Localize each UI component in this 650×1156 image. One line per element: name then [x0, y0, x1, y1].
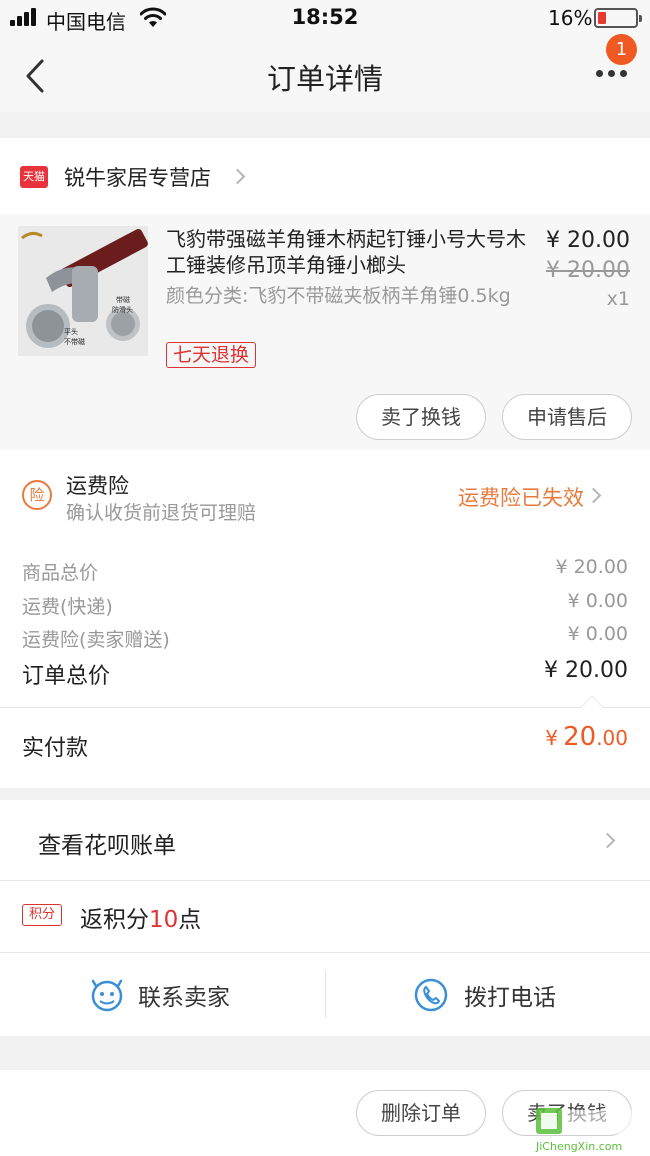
after-sale-button[interactable]: 申请售后 [502, 394, 632, 440]
product-price: ¥ 20.00 [546, 228, 630, 253]
watermark-logo: JiChengXin.com [532, 1104, 650, 1156]
tmall-icon: 天猫 [20, 166, 48, 188]
product-card[interactable]: 带磁 防滑头 平头 不带磁 飞豹带强磁羊角锤木柄起钉锤小号大号木工锤装修吊顶羊角… [0, 214, 650, 450]
page-title: 订单详情 [266, 62, 383, 96]
paid-decimal: .00 [596, 726, 628, 750]
sell-button[interactable]: 卖了换钱 [356, 394, 486, 440]
store-name[interactable]: 锐牛家居专营店 [64, 162, 211, 192]
insurance-subtitle: 确认收货前退货可理赔 [66, 502, 257, 524]
phone-icon [414, 978, 448, 1012]
points-number: 10 [149, 907, 179, 933]
points-icon: 积分 [22, 904, 62, 926]
huabei-bill-link[interactable]: 查看花呗账单 [38, 826, 176, 860]
divider-notch [580, 695, 604, 719]
store-header[interactable]: 天猫 锐牛家居专营店 [0, 138, 650, 214]
paid-integer: 20 [563, 722, 597, 752]
watermark-text: JiChengXin.com [535, 1140, 622, 1153]
product-quantity: x1 [606, 288, 630, 310]
insurance-status[interactable]: 运费险已失效 [458, 482, 584, 512]
points-text: 返积分10点 [80, 900, 201, 934]
extra-actions: 查看花呗账单 积分 返积分10点 联系卖家 拨打电话 [0, 800, 650, 1036]
product-title[interactable]: 飞豹带强磁羊角锤木柄起钉锤小号大号木工锤装修吊顶羊角锤小榔头 [166, 226, 528, 278]
battery-icon [594, 8, 642, 28]
original-price: ¥ 20.00 [546, 258, 630, 283]
hammer-icon: 带磁 防滑头 平头 不带磁 [18, 226, 148, 356]
paid-amount: ¥ 20.00 [545, 722, 628, 752]
order-total-label: 订单总价 [22, 664, 111, 689]
return-policy-tag: 七天退换 [166, 342, 257, 368]
chevron-right-icon [229, 168, 246, 185]
image-label-b: 防滑头 [112, 305, 133, 314]
insurance-title: 运费险 [66, 474, 129, 498]
summary-row-label: 运费险(卖家赠送) [22, 629, 170, 651]
order-summary: 险 运费险 确认收货前退货可理赔 运费险已失效 商品总价 ¥ 20.00 运费(… [0, 450, 650, 788]
image-label-d: 不带磁 [64, 337, 85, 346]
paid-label: 实付款 [22, 736, 89, 761]
more-icon[interactable] [596, 70, 628, 80]
summary-row-value: ¥ 0.00 [567, 623, 628, 645]
call-phone-button[interactable]: 拨打电话 [464, 978, 556, 1012]
summary-row-value: ¥ 20.00 [555, 556, 628, 578]
divider [0, 880, 650, 881]
notification-badge: 1 [606, 34, 637, 65]
summary-row-value: ¥ 0.00 [567, 590, 628, 612]
status-bar: 中国电信 18:52 16% [0, 0, 650, 40]
delete-order-button[interactable]: 删除订单 [356, 1090, 486, 1136]
product-spec: 颜色分类:飞豹不带磁夹板柄羊角锤0.5kg [166, 285, 511, 307]
image-label-c: 平头 [64, 327, 78, 336]
points-suffix: 点 [178, 907, 202, 933]
order-total-value: ¥ 20.00 [544, 658, 628, 683]
summary-row-label: 运费(快递) [22, 596, 113, 618]
paid-currency: ¥ [545, 726, 558, 750]
insurance-icon: 险 [22, 480, 52, 510]
image-label-a: 带磁 [116, 295, 130, 304]
chat-face-icon [91, 979, 123, 1012]
chevron-right-icon [599, 832, 616, 849]
points-prefix: 返积分 [80, 907, 149, 933]
chevron-right-icon [585, 487, 602, 504]
contact-seller-button[interactable]: 联系卖家 [138, 978, 230, 1012]
divider [325, 970, 326, 1018]
divider [0, 952, 650, 953]
product-image[interactable]: 带磁 防滑头 平头 不带磁 [18, 226, 148, 356]
summary-row-label: 商品总价 [22, 562, 99, 584]
divider [0, 707, 650, 708]
nav-bar: 订单详情 [0, 40, 650, 112]
battery-percent: 16% [548, 6, 593, 30]
